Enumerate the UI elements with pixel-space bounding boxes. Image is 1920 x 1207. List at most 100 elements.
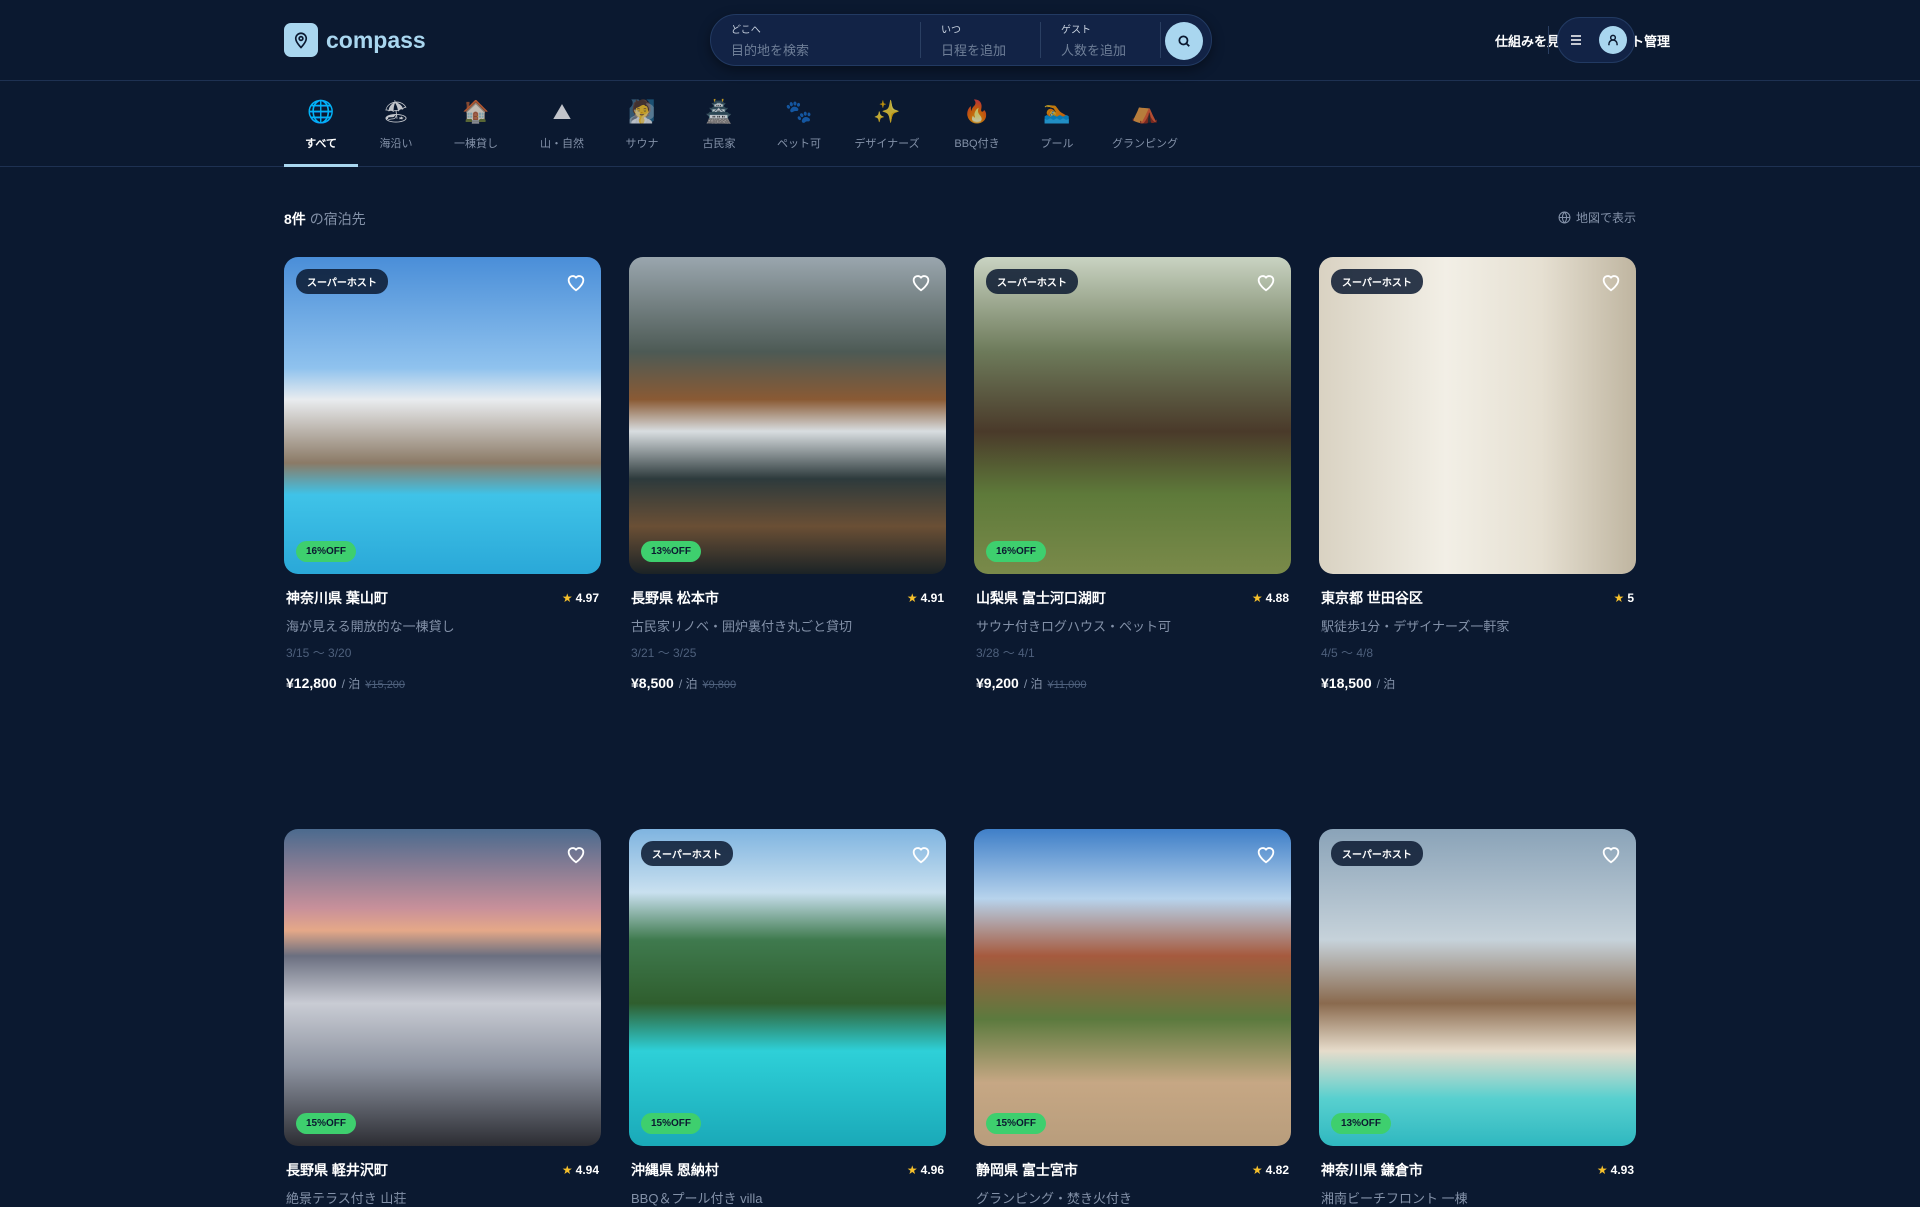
discount-badge: 15%OFF xyxy=(986,1113,1047,1134)
original-price: ¥9,800 xyxy=(702,679,737,691)
category-label: サウナ xyxy=(625,138,659,150)
listing-photo[interactable]: スーパーホスト 13%OFF xyxy=(1319,829,1636,1146)
superhost-badge: スーパーホスト xyxy=(1331,841,1423,866)
rating: ★ 4.82 xyxy=(1252,1160,1289,1180)
listing-dates: 3/15 〜 3/20 xyxy=(286,646,352,660)
favorite-heart-icon[interactable] xyxy=(1255,843,1277,865)
original-price: ¥15,200 xyxy=(365,679,406,691)
brand-logo[interactable]: compass xyxy=(284,23,426,57)
listing-title: 長野県 松本市 xyxy=(631,590,719,606)
rating-value: 5 xyxy=(1627,591,1634,605)
discount-badge: 16%OFF xyxy=(986,541,1047,562)
guest-label: ゲスト xyxy=(1061,25,1091,36)
listing-photo[interactable]: 15%OFF xyxy=(974,829,1291,1146)
rating-value: 4.97 xyxy=(575,591,599,605)
listing-price: ¥8,500 / 泊 ¥9,800 xyxy=(629,675,946,692)
rating: ★ 5 xyxy=(1614,588,1634,608)
category-tab[interactable]: 🌐 すべて xyxy=(284,81,358,167)
listing-card[interactable]: スーパーホスト 16%OFF 山梨県 富士河口湖町 ★ 4.88 サウナ付きログハウス・ペ… xyxy=(974,257,1291,692)
listing-card[interactable]: 15%OFF 長野県 軽井沢町 ★ 4.94 絶景テラス付き 山荘 xyxy=(284,829,601,1207)
price-unit: / 泊 xyxy=(341,677,361,691)
listing-card[interactable]: スーパーホスト 13%OFF 神奈川県 鎌倉市 ★ 4.93 湘南ビーチフロント 一棟 xyxy=(1319,829,1636,1207)
category-tab[interactable]: ✨ デザイナーズ xyxy=(838,81,936,166)
favorite-heart-icon[interactable] xyxy=(565,843,587,865)
guest-input[interactable]: 人数を追加 xyxy=(1061,40,1140,59)
listing-card[interactable]: 15%OFF 静岡県 富士宮市 ★ 4.82 グランピング・焚き火付き xyxy=(974,829,1291,1207)
listing-photo[interactable]: スーパーホスト xyxy=(1319,257,1636,574)
listing-photo[interactable]: 15%OFF xyxy=(284,829,601,1146)
category-tab[interactable]: ⛺ グランピング xyxy=(1096,81,1194,166)
search-button[interactable] xyxy=(1165,22,1203,60)
listing-description: グランピング・焚き火付き xyxy=(976,1191,1133,1206)
where-label: どこへ xyxy=(731,25,761,36)
where-input[interactable]: 目的地を検索 xyxy=(731,40,900,59)
listing-description: 古民家リノベ・囲炉裏付き丸ごと貸切 xyxy=(631,619,853,634)
show-map-link[interactable]: 地図で表示 xyxy=(1558,209,1636,226)
superhost-badge: スーパーホスト xyxy=(1331,269,1423,294)
search-where[interactable]: どこへ 目的地を検索 xyxy=(711,22,921,58)
listing-photo[interactable]: スーパーホスト 15%OFF xyxy=(629,829,946,1146)
listing-card[interactable]: 13%OFF 長野県 松本市 ★ 4.91 古民家リノベ・囲炉裏付き丸ごと貸切 3/21 … xyxy=(629,257,946,692)
category-tab[interactable]: ⛰ 山・自然 xyxy=(518,81,606,166)
rating-value: 4.94 xyxy=(575,1163,599,1177)
category-tab[interactable]: 🏖 海沿い xyxy=(358,81,434,166)
when-label: いつ xyxy=(941,25,961,36)
category-icon: 🐾 xyxy=(785,99,813,124)
favorite-heart-icon[interactable] xyxy=(565,271,587,293)
category-tab[interactable]: 🏯 古民家 xyxy=(678,81,760,166)
category-tab[interactable]: 🏠 一棟貸し xyxy=(434,81,518,166)
listing-photo[interactable]: スーパーホスト 16%OFF xyxy=(284,257,601,574)
listing-card[interactable]: スーパーホスト 東京都 世田谷区 ★ 5 駅徒歩1分・デザイナーズ一軒家 4/5 〜 4/… xyxy=(1319,257,1636,692)
star-icon: ★ xyxy=(561,1163,573,1177)
menu-icon xyxy=(1571,35,1581,45)
original-price: ¥11,000 xyxy=(1047,679,1087,691)
price-unit: / 泊 xyxy=(1023,677,1043,691)
map-pin-icon xyxy=(284,23,318,57)
divider xyxy=(1548,26,1549,54)
discount-badge: 16%OFF xyxy=(296,541,357,562)
favorite-heart-icon[interactable] xyxy=(1600,271,1622,293)
map-label: 地図で表示 xyxy=(1575,211,1636,225)
favorite-heart-icon[interactable] xyxy=(1600,843,1622,865)
listing-photo[interactable]: スーパーホスト 16%OFF xyxy=(974,257,1291,574)
search-when[interactable]: いつ 日程を追加 xyxy=(921,22,1041,58)
favorite-heart-icon[interactable] xyxy=(910,271,932,293)
favorite-heart-icon[interactable] xyxy=(1255,271,1277,293)
listing-title: 沖縄県 恩納村 xyxy=(631,1162,719,1178)
listing-card[interactable]: スーパーホスト 15%OFF 沖縄県 恩納村 ★ 4.96 BBQ＆プール付き villa xyxy=(629,829,946,1207)
avatar xyxy=(1599,26,1627,54)
price-unit: / 泊 xyxy=(678,677,698,691)
favorite-heart-icon[interactable] xyxy=(910,843,932,865)
category-tab[interactable]: 🐾 ペット可 xyxy=(760,81,838,166)
user-menu-button[interactable] xyxy=(1557,17,1635,63)
search-guests[interactable]: ゲスト 人数を追加 xyxy=(1041,22,1161,58)
rating: ★ 4.94 xyxy=(562,1160,599,1180)
when-input[interactable]: 日程を追加 xyxy=(941,40,1020,59)
discount-badge: 15%OFF xyxy=(641,1113,702,1134)
user-icon xyxy=(1608,34,1618,46)
rating: ★ 4.96 xyxy=(907,1160,944,1180)
category-label: プール xyxy=(1040,138,1074,150)
category-icon: ✨ xyxy=(873,99,901,124)
listing-title: 長野県 軽井沢町 xyxy=(286,1162,388,1178)
listing-title: 神奈川県 葉山町 xyxy=(286,590,388,606)
search-bar: どこへ 目的地を検索 いつ 日程を追加 ゲスト 人数を追加 xyxy=(710,14,1212,66)
superhost-badge: スーパーホスト xyxy=(296,269,388,294)
category-tab[interactable]: 🔥 BBQ付き xyxy=(936,81,1018,166)
listing-card[interactable]: スーパーホスト 16%OFF 神奈川県 葉山町 ★ 4.97 海が見える開放的な一棟貸し 3… xyxy=(284,257,601,692)
category-icon: 🌐 xyxy=(307,99,335,124)
rating-value: 4.91 xyxy=(920,591,944,605)
category-tab[interactable]: 🧖 サウナ xyxy=(606,81,678,166)
discount-badge: 13%OFF xyxy=(1331,1113,1392,1134)
listing-photo[interactable]: 13%OFF xyxy=(629,257,946,574)
category-icon: 🏠 xyxy=(462,99,490,124)
rating-value: 4.93 xyxy=(1610,1163,1634,1177)
rating-value: 4.96 xyxy=(920,1163,944,1177)
category-tab[interactable]: 🏊 プール xyxy=(1018,81,1096,166)
discount-badge: 13%OFF xyxy=(641,541,702,562)
category-icon: ⛺ xyxy=(1131,99,1159,124)
globe-icon xyxy=(1558,211,1571,224)
category-icon: 🏖 xyxy=(382,99,410,124)
price-value: ¥9,200 xyxy=(976,675,1019,691)
star-icon: ★ xyxy=(1613,591,1625,605)
